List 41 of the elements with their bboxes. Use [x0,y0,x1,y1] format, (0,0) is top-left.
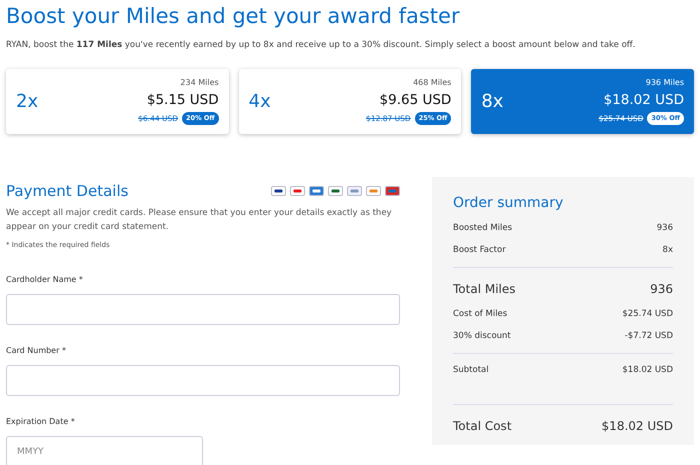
summary-label: Boosted Miles [453,222,512,236]
miles-text: 936 Miles [646,77,684,90]
info-text: We accept all major credit cards. Please ensure that you enter your details exactly as they appear on your credit card statement. [6,206,393,234]
card-icon [347,186,362,196]
summary-value: 936 [656,222,673,236]
summary-label: Boost Factor [453,244,506,258]
summary-value: 936 [650,280,673,298]
summary-value: $25.74 USD [622,308,673,322]
card-icon [328,186,343,196]
price-text: $9.65 USD [380,91,452,110]
summary-heading: Order summary [453,194,564,212]
intro-text: RYAN, boost the 117 Miles you've recently earned by up to 8x and receive up to a 30% discount. Simply select a boost amount below and take off. [6,39,636,52]
summary-label: 30% discount [453,330,511,344]
summary-value: $18.02 USD [602,418,673,435]
boost-factor: 2x [16,90,38,114]
summary-value: $18.02 USD [622,364,673,378]
input-field[interactable] [6,365,400,396]
miles-text: 468 Miles [413,77,452,90]
card-icon [290,186,305,196]
field-label: Expiration Date * [6,416,76,428]
summary-label: Total Cost [453,418,512,435]
price-text: $18.02 USD [604,91,684,110]
boost-factor: 8x [481,90,504,114]
card-icon [385,186,400,196]
summary-value: 8x [662,244,673,258]
field-label: Cardholder Name * [6,274,84,286]
boost-factor: 4x [248,90,271,114]
miles-text: 234 Miles [180,77,219,90]
field-label: Card Number * [6,345,67,358]
summary-value: -$7.72 USD [624,330,673,344]
card-icon [271,186,286,196]
summary-label: Total Miles [453,280,516,298]
input-field[interactable]: MMYY [6,436,203,465]
card-icon [309,186,324,196]
page-title: Boost your Miles and get your award faster [6,4,461,30]
price-text: $5.15 USD [146,91,219,110]
summary-label: Subtotal [453,364,489,378]
input-field[interactable] [6,294,400,326]
summary-label: Cost of Miles [453,308,508,322]
card-icon [366,186,381,196]
section-heading: Payment Details [6,182,128,200]
